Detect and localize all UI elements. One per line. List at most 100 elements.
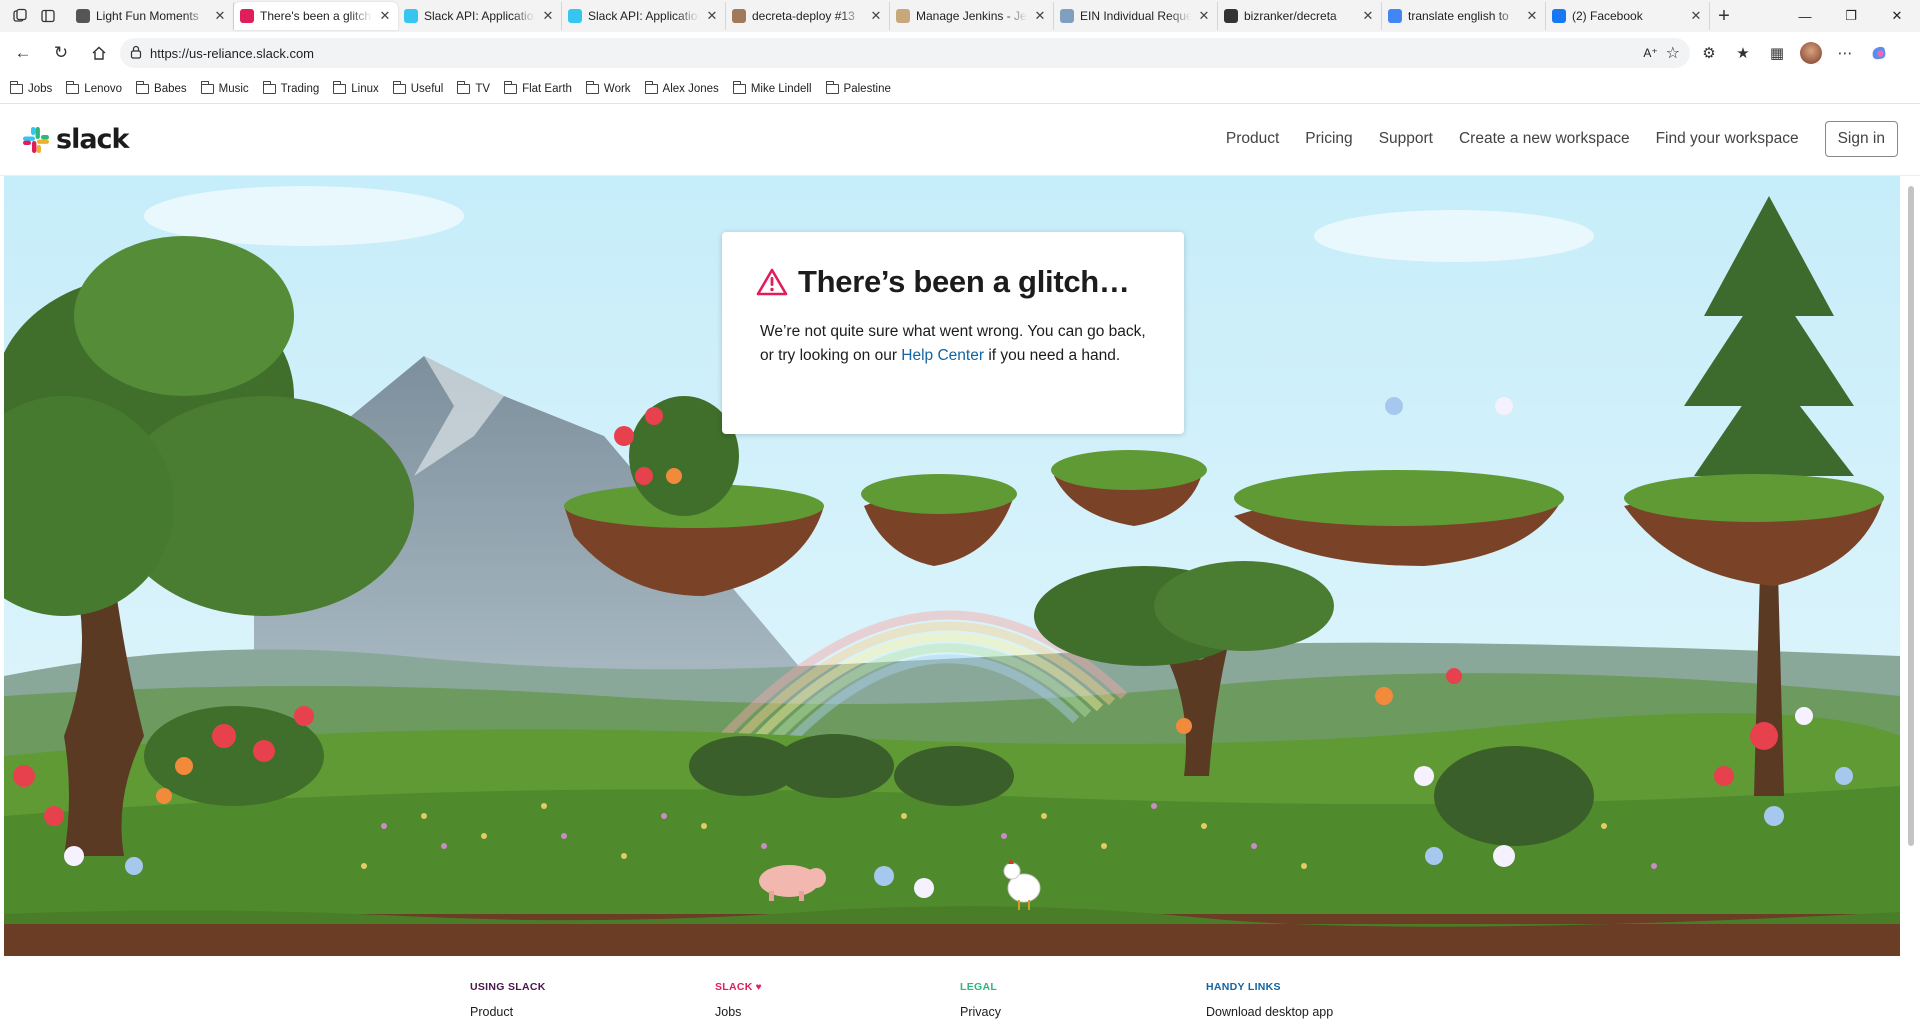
bookmark-folder[interactable]: Trading (262, 80, 320, 95)
home-icon[interactable] (82, 37, 116, 69)
browser-tab[interactable]: Slack API: Applications ✕ (562, 2, 726, 30)
bookmark-label: Babes (154, 82, 187, 95)
browser-tab[interactable]: Light Fun Moments ✕ (70, 2, 234, 30)
bookmark-label: Trading (280, 82, 320, 95)
collections-icon[interactable]: ▦ (1762, 38, 1792, 68)
folder-icon (200, 80, 214, 94)
nav-create-workspace[interactable]: Create a new workspace (1459, 130, 1630, 148)
top-nav: Product Pricing Support Create a new wor… (1226, 121, 1898, 157)
extensions-icon[interactable]: ⚙ (1694, 38, 1724, 68)
url-text[interactable]: https://us-reliance.slack.com (150, 46, 1635, 61)
nav-pricing[interactable]: Pricing (1305, 130, 1352, 148)
bookmark-folder[interactable]: Work (585, 80, 631, 95)
profile-avatar[interactable] (1796, 38, 1826, 68)
footer-link-product[interactable]: Product (470, 1005, 546, 1019)
bookmark-folder[interactable]: Linux (333, 80, 379, 95)
error-title-text: There’s been a glitch… (798, 264, 1130, 299)
more-menu-icon[interactable]: ⋯ (1830, 38, 1860, 68)
tab-close-icon[interactable]: ✕ (213, 8, 227, 24)
workspaces-icon[interactable] (6, 2, 34, 30)
restore-button[interactable]: ❐ (1828, 0, 1874, 32)
tab-favicon-icon (76, 9, 90, 23)
nav-find-workspace[interactable]: Find your workspace (1656, 130, 1799, 148)
footer-column-legal: LEGAL Privacy (960, 981, 1001, 1019)
tab-close-icon[interactable]: ✕ (1689, 8, 1703, 24)
favorite-star-icon[interactable]: ☆ (1666, 43, 1680, 63)
footer-column-slack: SLACK ♥ Jobs (715, 981, 762, 1019)
folder-icon (644, 80, 658, 94)
tab-title: EIN Individual Request (1080, 9, 1191, 23)
tab-close-icon[interactable]: ✕ (1361, 8, 1375, 24)
browser-tab[interactable]: bizranker/decreta ✕ (1218, 2, 1382, 30)
footer-heading: HANDY LINKS (1206, 981, 1281, 993)
tab-close-icon[interactable]: ✕ (1525, 8, 1539, 24)
bookmark-folder[interactable]: Lenovo (66, 80, 122, 95)
folder-icon (732, 80, 746, 94)
bookmark-label: Work (603, 82, 631, 95)
tab-close-icon[interactable]: ✕ (869, 8, 883, 24)
browser-tab[interactable]: Slack API: Applications ✕ (398, 2, 562, 30)
help-center-link[interactable]: Help Center (901, 347, 984, 364)
footer-column-handy-links: HANDY LINKS Download desktop app (1206, 981, 1333, 1019)
back-arrow-icon[interactable]: ← (6, 37, 40, 69)
bookmark-folder[interactable]: Palestine (825, 80, 891, 95)
bookmark-folder[interactable]: Alex Jones (644, 80, 719, 95)
error-title: There’s been a glitch… (756, 264, 1150, 300)
slack-logo[interactable]: slack (22, 124, 130, 155)
slack-hash-icon (23, 126, 49, 153)
footer-heading: LEGAL (960, 981, 998, 993)
read-aloud-icon[interactable]: A⁺ (1643, 46, 1657, 60)
error-message-tail: if you need a hand. (984, 347, 1121, 364)
browser-tab[interactable]: EIN Individual Request ✕ (1054, 2, 1218, 30)
bookmark-folder[interactable]: TV (457, 80, 490, 95)
browser-tab[interactable]: decreta-deploy #13 ✕ (726, 2, 890, 30)
tab-favicon-icon (1224, 9, 1238, 23)
close-window-button[interactable]: ✕ (1874, 0, 1920, 32)
tab-title: Slack API: Applications (588, 9, 699, 23)
favorites-icon[interactable]: ★ (1728, 38, 1758, 68)
tab-close-icon[interactable]: ✕ (378, 8, 392, 24)
bookmark-folder[interactable]: Music (200, 80, 249, 95)
scrollbar-thumb[interactable] (1908, 186, 1914, 846)
bookmark-folder[interactable]: Flat Earth (504, 80, 572, 95)
folder-icon (504, 80, 518, 94)
new-tab-button[interactable]: + (1710, 2, 1738, 30)
refresh-icon[interactable]: ↻ (44, 37, 78, 69)
browser-tab[interactable]: (2) Facebook ✕ (1546, 2, 1710, 30)
nav-product[interactable]: Product (1226, 130, 1279, 148)
bookmark-folder[interactable]: Useful (392, 80, 444, 95)
page-scrollbar[interactable] (1906, 176, 1914, 846)
footer-link-privacy[interactable]: Privacy (960, 1005, 1001, 1019)
minimize-button[interactable]: — (1782, 0, 1828, 32)
bookmark-folder[interactable]: Jobs (10, 80, 53, 95)
address-toolbar: ← ↻ https://us-reliance.slack.com A⁺ ☆ ⚙… (0, 32, 1920, 74)
bookmark-label: Useful (410, 82, 444, 95)
footer-heading-text: SLACK (715, 981, 753, 993)
lock-icon[interactable] (130, 45, 142, 62)
bookmark-label: Jobs (28, 82, 53, 95)
nav-support[interactable]: Support (1379, 130, 1433, 148)
browser-tab[interactable]: There's been a glitch… ✕ (234, 2, 398, 30)
tab-title: Manage Jenkins - Jenkins (916, 9, 1027, 23)
copilot-icon[interactable] (1864, 38, 1894, 68)
slack-page: slack Product Pricing Support Create a n… (0, 104, 1920, 1032)
url-field[interactable]: https://us-reliance.slack.com A⁺ ☆ (120, 38, 1690, 68)
tab-close-icon[interactable]: ✕ (1197, 8, 1211, 24)
browser-tab-bar: Light Fun Moments ✕ There's been a glitch…… (0, 0, 1920, 32)
folder-icon (333, 80, 347, 94)
tab-title: There's been a glitch… (260, 9, 372, 23)
tab-close-icon[interactable]: ✕ (705, 8, 719, 24)
bookmark-folder[interactable]: Mike Lindell (732, 80, 812, 95)
tab-actions-icon[interactable] (34, 2, 62, 30)
footer-heading: SLACK ♥ (715, 981, 762, 993)
browser-tab[interactable]: Manage Jenkins - Jenkins ✕ (890, 2, 1054, 30)
tab-close-icon[interactable]: ✕ (1033, 8, 1047, 24)
footer-link-jobs[interactable]: Jobs (715, 1005, 762, 1019)
browser-tab[interactable]: translate english to ✕ (1382, 2, 1546, 30)
bookmark-label: Flat Earth (522, 82, 572, 95)
bookmark-folder[interactable]: Babes (136, 80, 187, 95)
tab-favicon-icon (404, 9, 418, 23)
footer-link-download-desktop[interactable]: Download desktop app (1206, 1005, 1333, 1019)
sign-in-button[interactable]: Sign in (1824, 121, 1898, 157)
tab-close-icon[interactable]: ✕ (541, 8, 555, 24)
